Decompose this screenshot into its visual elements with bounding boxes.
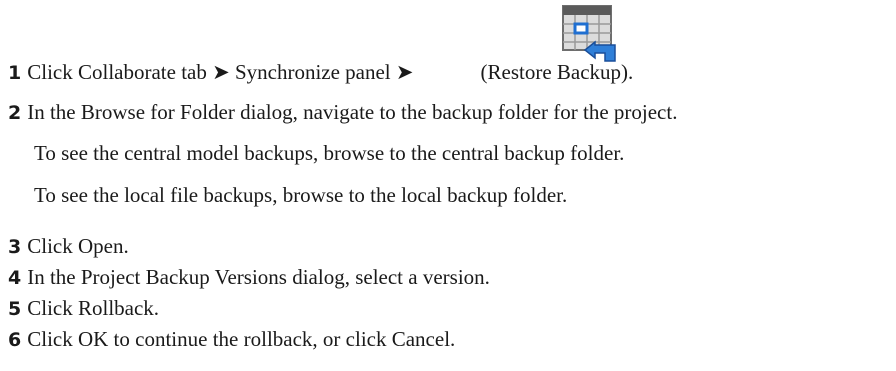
step-number: 5 — [8, 298, 22, 320]
step-number: 1 — [8, 62, 22, 84]
step-number: 6 — [8, 329, 22, 351]
step-text: In the Browse for Folder dialog, navigat… — [27, 100, 678, 124]
step-3: 3 Click Open. — [8, 234, 129, 259]
step-4: 4 In the Project Backup Versions dialog, … — [8, 265, 490, 290]
step-number: 4 — [8, 267, 22, 289]
step-text: Click Collaborate tab ➤ Synchronize pane… — [27, 60, 414, 84]
note-central-backups: To see the central model backups, browse… — [34, 141, 625, 165]
step-2: 2 In the Browse for Folder dialog, naviga… — [8, 100, 677, 125]
step-1: 1 Click Collaborate tab ➤ Synchronize pan… — [8, 60, 633, 85]
step-text: Click Open. — [27, 234, 129, 258]
step-text: Click Rollback. — [27, 296, 160, 320]
step-text-after: (Restore Backup). — [480, 60, 634, 84]
step-number: 3 — [8, 236, 22, 258]
restore-backup-icon — [562, 5, 616, 62]
step-text: In the Project Backup Versions dialog, s… — [27, 265, 490, 289]
step-6: 6 Click OK to continue the rollback, or c… — [8, 327, 455, 352]
note-local-backups: To see the local file backups, browse to… — [34, 183, 568, 207]
step-text: Click OK to continue the rollback, or cl… — [27, 327, 456, 351]
step-number: 2 — [8, 102, 22, 124]
step-5: 5 Click Rollback. — [8, 296, 159, 321]
